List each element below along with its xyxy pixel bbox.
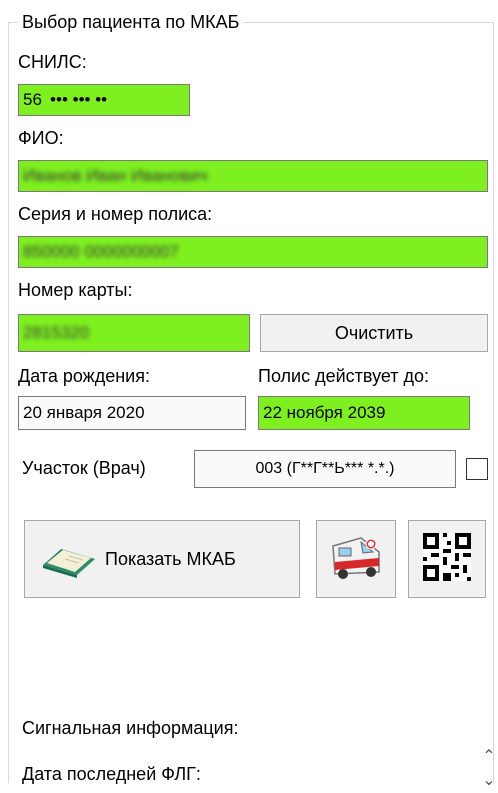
- ambulance-button[interactable]: [316, 520, 396, 598]
- district-field[interactable]: 003 (Г**Г**Ь*** *.*.): [194, 450, 456, 488]
- district-label: Участок (Врач): [22, 458, 146, 478]
- snils-label: СНИЛС:: [18, 52, 87, 72]
- birth-date-value: 20 января 2020: [23, 403, 145, 422]
- qr-code-icon: [423, 532, 471, 586]
- birth-date-field[interactable]: 20 января 2020: [18, 396, 246, 430]
- snils-field[interactable]: 56 ••• ••• ••: [18, 84, 190, 116]
- card-label: Номер карты:: [18, 280, 133, 300]
- fio-field[interactable]: Иванов Иван Иванович: [18, 160, 488, 192]
- show-mkab-label: Показать МКАБ: [105, 548, 236, 569]
- district-value: 003 (Г**Г**Ь*** *.*.): [255, 460, 395, 477]
- signal-info-label: Сигнальная информация:: [22, 718, 239, 738]
- district-checkbox[interactable]: [466, 458, 488, 480]
- birth-label: Дата рождения:: [18, 366, 150, 386]
- policy-field[interactable]: 850000 0000000007: [18, 236, 488, 268]
- policy-valid-label: Полис действует до:: [258, 366, 430, 386]
- book-icon: [39, 539, 99, 579]
- fio-value: Иванов Иван Иванович: [23, 166, 208, 185]
- group-title: Выбор пациента по МКАБ: [18, 12, 244, 33]
- scroll-up-icon[interactable]: ⌃: [482, 749, 496, 765]
- last-flg-label: Дата последней ФЛГ:: [22, 764, 201, 784]
- clear-button[interactable]: Очистить: [260, 314, 488, 352]
- policy-valid-field[interactable]: 22 ноября 2039: [258, 396, 470, 430]
- policy-valid-value: 22 ноября 2039: [263, 403, 386, 422]
- qr-code-button[interactable]: [408, 520, 486, 598]
- policy-value: 850000 0000000007: [23, 242, 179, 261]
- card-field[interactable]: 2815320: [18, 314, 250, 352]
- ambulance-icon: [327, 530, 385, 589]
- policy-label: Серия и номер полиса:: [18, 204, 213, 224]
- scroll-down-icon[interactable]: ⌄: [482, 773, 496, 789]
- show-mkab-button[interactable]: Показать МКАБ: [24, 520, 300, 598]
- fio-label: ФИО:: [18, 128, 64, 148]
- snils-value: 56 ••• ••• ••: [23, 90, 108, 109]
- card-value: 2815320: [23, 323, 90, 342]
